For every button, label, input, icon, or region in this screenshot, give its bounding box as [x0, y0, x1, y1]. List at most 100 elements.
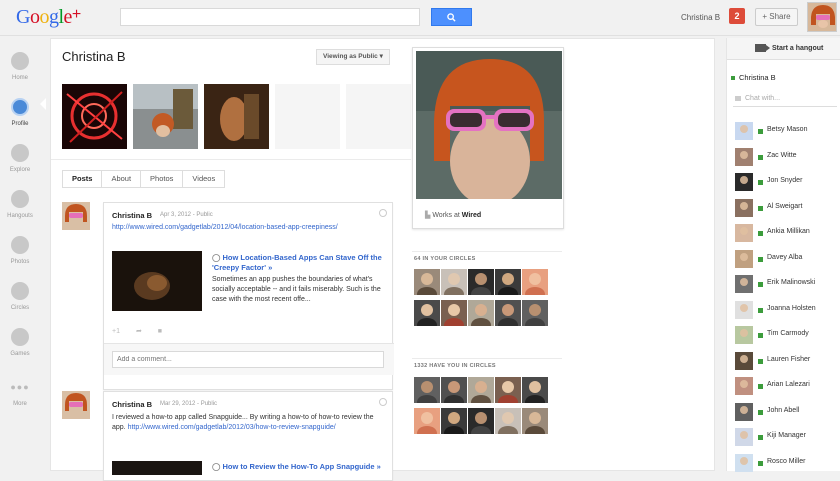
circle-member-avatar[interactable]: [414, 408, 440, 434]
works-at-company[interactable]: Wired: [462, 212, 481, 219]
circle-member-avatar[interactable]: [522, 269, 548, 295]
empty-photo-slot: [346, 84, 411, 149]
circle-member-avatar[interactable]: [414, 377, 440, 403]
circle-member-avatar[interactable]: [441, 377, 467, 403]
contact-avatar: [735, 249, 753, 268]
tab-about[interactable]: About: [102, 171, 142, 187]
nav-home[interactable]: Home: [0, 46, 40, 90]
shared-link-thumbnail[interactable]: [112, 461, 202, 475]
chat-contact[interactable]: Zac Witte: [727, 147, 840, 168]
circle-member-avatar[interactable]: [522, 377, 548, 403]
google-plus-logo[interactable]: Google+: [16, 6, 81, 29]
chat-contact[interactable]: Lauren Fisher: [727, 351, 840, 372]
nav-games[interactable]: Games: [0, 322, 40, 366]
chat-contact[interactable]: Arian Lalezari: [727, 377, 840, 397]
comment-area: [104, 343, 394, 375]
profile-photo[interactable]: [204, 84, 269, 149]
in-your-circles-heading[interactable]: 64 IN YOUR CIRCLES: [414, 256, 476, 262]
viewing-as-dropdown[interactable]: Viewing as Public ▾: [316, 49, 390, 65]
profile-photo[interactable]: [133, 84, 198, 149]
profile-name: Christina B: [62, 49, 126, 64]
hangout-camera-icon[interactable]: ■: [158, 328, 162, 335]
post-menu-icon[interactable]: [379, 398, 387, 406]
plus-one-button[interactable]: +1: [112, 328, 120, 335]
nav-photos[interactable]: Photos: [0, 230, 40, 274]
circle-member-avatar[interactable]: [441, 408, 467, 434]
chat-search-input[interactable]: Chat with...: [733, 93, 837, 107]
circle-member-avatar[interactable]: [495, 269, 521, 295]
circle-member-avatar[interactable]: [522, 300, 548, 326]
circle-member-avatar[interactable]: [495, 377, 521, 403]
circle-member-avatar[interactable]: [441, 269, 467, 295]
contact-avatar: [735, 326, 753, 344]
post-author[interactable]: Christina B: [112, 400, 152, 409]
post-author-avatar[interactable]: [62, 202, 90, 230]
circle-member-avatar[interactable]: [468, 408, 494, 434]
chat-contact[interactable]: Erik Malinowski: [727, 275, 840, 295]
post-date[interactable]: Apr 3, 2012 - Public: [160, 212, 213, 218]
nav-profile[interactable]: Profile: [0, 92, 40, 136]
circle-member-avatar[interactable]: [468, 300, 494, 326]
chat-self-status[interactable]: Christina B: [731, 73, 776, 82]
user-name-link[interactable]: Christina B: [681, 13, 720, 22]
post-author-avatar[interactable]: [62, 391, 90, 419]
chat-contact[interactable]: Al Sweigart: [727, 198, 840, 219]
search-button[interactable]: [431, 8, 472, 26]
post-date[interactable]: Mar 29, 2012 - Public: [160, 401, 217, 407]
nav-explore-label: Explore: [9, 167, 31, 173]
post-menu-icon[interactable]: [379, 209, 387, 217]
user-avatar[interactable]: [807, 2, 837, 32]
nav-more[interactable]: ●●● More: [0, 376, 40, 420]
online-status-icon: [758, 205, 763, 211]
chat-contact[interactable]: Tim Carmody: [727, 326, 840, 346]
chat-contact[interactable]: John Abell: [727, 402, 840, 423]
hangouts-icon: [11, 190, 29, 208]
nav-explore[interactable]: Explore: [0, 138, 40, 182]
circle-member-avatar[interactable]: [468, 377, 494, 403]
nav-home-label: Home: [11, 75, 28, 81]
post-author[interactable]: Christina B: [112, 211, 152, 220]
contact-avatar: [735, 122, 753, 140]
logo-plus: +: [71, 6, 81, 23]
chat-contact[interactable]: Jon Snyder: [727, 173, 840, 193]
circle-member-avatar[interactable]: [441, 300, 467, 326]
share-arrow-icon[interactable]: ➦: [136, 328, 142, 335]
logo-text: Google: [16, 6, 72, 28]
post-body-link[interactable]: http://www.wired.com/gadgetlab/2012/03/h…: [128, 424, 336, 431]
share-button[interactable]: + Share: [755, 8, 798, 26]
circle-member-avatar[interactable]: [468, 269, 494, 295]
shared-link-thumbnail[interactable]: [112, 251, 202, 311]
start-hangout-button[interactable]: Start a hangout: [727, 38, 840, 60]
search-input[interactable]: [120, 8, 420, 26]
nav-games-label: Games: [10, 351, 30, 357]
tab-posts[interactable]: Posts: [63, 171, 103, 187]
nav-circles[interactable]: Circles: [0, 276, 40, 320]
chat-contact[interactable]: Ankia Millikan: [727, 224, 840, 244]
post-link[interactable]: http://www.wired.com/gadgetlab/2012/04/l…: [112, 224, 338, 231]
circle-member-avatar[interactable]: [522, 408, 548, 434]
comment-input[interactable]: [112, 351, 384, 368]
circle-member-avatar[interactable]: [495, 408, 521, 434]
contact-avatar: [735, 351, 753, 370]
online-status-icon: [758, 256, 763, 262]
circle-member-avatar[interactable]: [495, 300, 521, 326]
online-status-icon: [758, 129, 763, 134]
chat-contact[interactable]: Kiji Manager: [727, 428, 840, 448]
tab-photos[interactable]: Photos: [141, 171, 184, 187]
circle-member-avatar[interactable]: [414, 300, 440, 326]
chat-contact[interactable]: Joanna Holsten: [727, 300, 840, 321]
chat-contact[interactable]: Betsy Mason: [727, 122, 840, 142]
contact-name: Joanna Holsten: [767, 304, 816, 312]
notification-count-badge[interactable]: 2: [729, 8, 745, 24]
have-you-in-circles-heading[interactable]: 1332 HAVE YOU IN CIRCLES: [414, 363, 496, 369]
tab-videos[interactable]: Videos: [183, 171, 224, 187]
profile-photo[interactable]: [62, 84, 127, 149]
profile-portrait[interactable]: [416, 51, 562, 199]
circle-member-avatar[interactable]: [414, 269, 440, 295]
shared-link-title[interactable]: ◯ How Location-Based Apps Can Stave Off …: [212, 253, 387, 273]
chat-contact[interactable]: Davey Alba: [727, 249, 840, 270]
online-status-icon: [758, 358, 763, 364]
home-icon: [11, 52, 29, 70]
online-status-icon: [758, 384, 763, 389]
nav-hangouts[interactable]: Hangouts: [0, 184, 40, 228]
